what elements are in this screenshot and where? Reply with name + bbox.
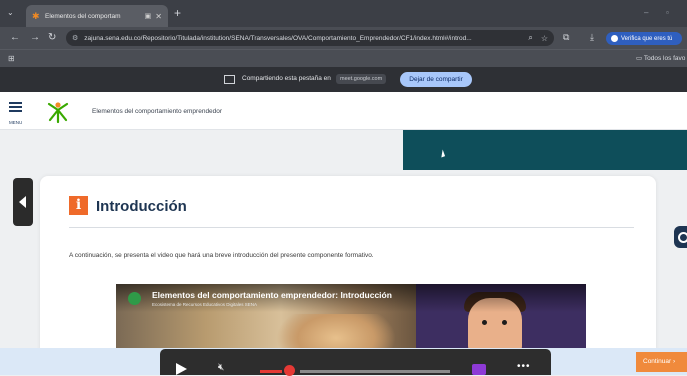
tab-title: Elementos del comportam: [45, 12, 121, 20]
course-title: Elementos del comportamiento emprendedor: [92, 108, 223, 115]
minimize-icon[interactable]: –: [644, 8, 648, 17]
heading-divider: [69, 227, 634, 228]
side-resource-icon[interactable]: [674, 226, 687, 248]
sharing-host-badge: meet.google.com: [336, 74, 387, 84]
browser-tab-bar: ⌄ ✱ Elementos del comportam ▣ ✕ + – ▫: [0, 0, 687, 27]
sharing-status-text: Compartiendo esta pestaña en: [242, 75, 331, 82]
site-info-icon[interactable]: ⚙: [72, 34, 78, 42]
all-bookmarks-folder[interactable]: ▭ Todos los favo: [636, 54, 685, 62]
captions-icon[interactable]: [472, 364, 486, 375]
banner-image: [403, 130, 687, 170]
sena-logo[interactable]: [46, 100, 70, 124]
address-bar[interactable]: ⚙ zajuna.sena.edu.co/Repositorio/Titulad…: [66, 30, 554, 46]
mute-icon[interactable]: 🔇︎: [218, 362, 224, 373]
apps-grid-icon[interactable]: ⊞: [8, 54, 15, 63]
more-options-icon[interactable]: •••: [517, 361, 531, 372]
video-title: Elementos del comportamiento emprendedor…: [152, 290, 392, 300]
url-text: zajuna.sena.edu.co/Repositorio/Titulada/…: [84, 34, 472, 42]
browser-toolbar: ← → ↻ ⚙ zajuna.sena.edu.co/Repositorio/T…: [0, 27, 687, 49]
play-icon[interactable]: [176, 363, 187, 375]
extensions-icon[interactable]: ⧉: [563, 32, 569, 43]
continue-button[interactable]: Continuar ›: [636, 352, 687, 372]
cartoon-eye: [482, 320, 487, 325]
previous-page-button[interactable]: [13, 178, 33, 226]
progress-bar[interactable]: [300, 370, 450, 373]
sena-video-logo-icon: [128, 292, 141, 305]
reload-icon[interactable]: ↻: [48, 32, 56, 43]
section-heading: Introducción: [96, 198, 187, 215]
restore-icon[interactable]: ▫: [666, 8, 669, 17]
tab-search-icon[interactable]: ⌄: [7, 8, 14, 17]
back-icon[interactable]: ←: [10, 32, 20, 43]
new-tab-icon[interactable]: +: [174, 6, 181, 20]
tab-close-icon[interactable]: ✕: [155, 12, 162, 21]
tab-sharing-bar: Compartiendo esta pestaña en meet.google…: [0, 67, 687, 92]
intro-paragraph: A continuación, se presenta el video que…: [69, 252, 374, 259]
forward-icon[interactable]: →: [30, 32, 40, 43]
screen-share-icon: [224, 75, 235, 84]
video-player[interactable]: Elementos del comportamiento emprendedor…: [116, 284, 586, 356]
folder-icon: ▭: [636, 55, 643, 62]
download-icon[interactable]: ⤓: [590, 32, 594, 43]
verify-identity-button[interactable]: Verifica que eres tú: [606, 32, 682, 45]
video-subtitle: Ecosistema de Recursos Educativos Digita…: [152, 302, 258, 307]
browser-tab[interactable]: ✱ Elementos del comportam ▣ ✕: [26, 5, 168, 27]
volume-level: [260, 370, 282, 373]
video-controls: 🔇︎ •••: [160, 349, 551, 376]
menu-label[interactable]: MENU: [9, 120, 22, 125]
stop-sharing-button[interactable]: Dejar de compartir: [400, 72, 472, 87]
menu-hamburger-icon[interactable]: [9, 102, 22, 114]
app-header: MENU Elementos del comportamiento empren…: [0, 92, 687, 130]
zoom-icon[interactable]: ⌕: [528, 33, 532, 43]
bookmarks-bar: ⊞ ▭ Todos los favo: [0, 49, 687, 67]
info-icon: i: [69, 196, 88, 215]
cartoon-eye: [502, 320, 507, 325]
bookmark-star-icon[interactable]: ☆: [541, 34, 548, 43]
sena-favicon-icon: ✱: [32, 10, 40, 21]
banner-left: [0, 130, 403, 170]
profile-avatar-icon: [611, 35, 618, 42]
volume-slider-handle[interactable]: [284, 365, 295, 376]
media-playing-icon[interactable]: ▣: [145, 12, 152, 20]
